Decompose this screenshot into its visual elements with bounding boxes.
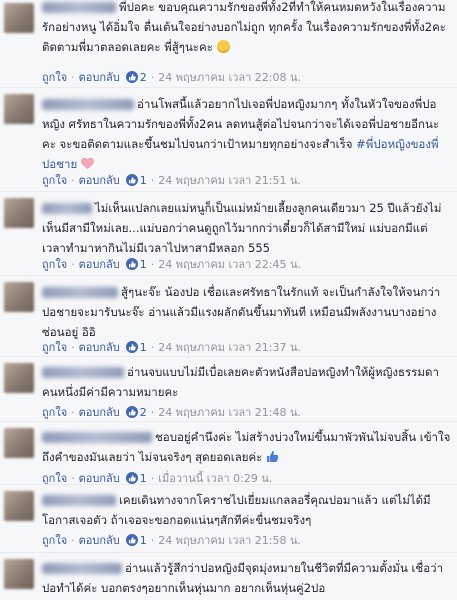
author-name[interactable]	[42, 563, 122, 574]
like-count[interactable]: 1	[140, 534, 147, 547]
avatar[interactable]	[4, 491, 34, 521]
like-button[interactable]: ถูกใจ	[42, 341, 67, 354]
comment-meta: ถูกใจ · ตอบกลับ 2 · 24 พฤษภาคม เวลา 22:08 น.	[42, 71, 302, 84]
like-button[interactable]: ถูกใจ	[42, 174, 67, 187]
like-count[interactable]: 2	[140, 406, 147, 419]
reply-button[interactable]: ตอบกลับ	[79, 174, 120, 187]
like-count-icon	[125, 341, 138, 353]
reply-button[interactable]: ตอบกลับ	[79, 71, 120, 84]
timestamp[interactable]: 24 พฤษภาคม เวลา 21:48 น.	[158, 406, 301, 419]
like-count-icon	[125, 472, 138, 484]
like-button[interactable]: ถูกใจ	[42, 258, 67, 271]
comment-meta: ถูกใจ · ตอบกลับ 1 · 24 พฤษภาคม เวลา 22:45 น.	[42, 258, 302, 271]
author-name[interactable]	[42, 203, 92, 214]
like-count-icon	[125, 406, 138, 418]
like-count[interactable]: 1	[140, 341, 147, 354]
timestamp[interactable]: 24 พฤษภาคม เวลา 22:45 น.	[158, 258, 301, 271]
divider	[0, 87, 457, 88]
reply-button[interactable]: ตอบกลับ	[79, 406, 120, 419]
like-count-icon	[125, 174, 138, 186]
timestamp[interactable]: 24 พฤษภาคม เวลา 21:51 น.	[158, 174, 301, 187]
divider	[0, 552, 457, 553]
thumbs-up-emoji-icon	[266, 449, 279, 462]
avatar[interactable]	[4, 559, 34, 589]
reply-button[interactable]: ตอบกลับ	[79, 534, 120, 547]
avatar[interactable]	[4, 198, 34, 228]
like-count-icon	[125, 71, 138, 83]
heart-eyes-emoji-icon	[216, 40, 230, 53]
author-name[interactable]	[42, 287, 118, 298]
like-button[interactable]: ถูกใจ	[42, 71, 67, 84]
avatar[interactable]	[4, 282, 34, 312]
avatar[interactable]	[4, 363, 34, 393]
author-name[interactable]	[42, 2, 116, 13]
comment-text: ไม่เห็นแปลกเลยแม่หนูก็เป็นแม่หม้ายเลี้ยง…	[42, 201, 442, 255]
like-count[interactable]: 2	[140, 71, 147, 84]
author-name[interactable]	[42, 367, 124, 378]
like-count-icon	[125, 534, 138, 546]
author-name[interactable]	[42, 495, 116, 506]
comment-thread: พี่ปอคะ ขอบคุณความรักของพี่ทั้ง2ที่ทำให้…	[0, 0, 457, 600]
heart-emoji-icon	[81, 156, 94, 169]
timestamp[interactable]: 24 พฤษภาคม เวลา 22:08 น.	[158, 71, 301, 84]
comment-meta: ถูกใจ · ตอบกลับ 1 · 24 พฤษภาคม เวลา 21:37 น.	[42, 341, 302, 354]
like-button[interactable]: ถูกใจ	[42, 406, 67, 419]
like-button[interactable]: ถูกใจ	[42, 534, 67, 547]
comment-meta: ถูกใจ · ตอบกลับ 1 · 24 พฤษภาคม เวลา 21:51 น.	[42, 174, 302, 187]
reply-button[interactable]: ตอบกลับ	[79, 341, 120, 354]
reply-button[interactable]: ตอบกลับ	[79, 258, 120, 271]
comment-meta: ถูกใจ · ตอบกลับ 1 · 24 พฤษภาคม เวลา 21:58 น.	[42, 534, 302, 547]
avatar[interactable]	[4, 3, 34, 33]
comment-meta: ถูกใจ · ตอบกลับ 2 · 24 พฤษภาคม เวลา 21:48 น.	[42, 406, 302, 419]
timestamp[interactable]: 24 พฤษภาคม เวลา 21:58 น.	[158, 534, 301, 547]
like-count-icon	[125, 258, 138, 270]
divider	[0, 275, 457, 276]
divider	[0, 421, 457, 422]
divider	[0, 484, 457, 485]
divider	[0, 191, 457, 192]
avatar[interactable]	[4, 94, 34, 124]
author-name[interactable]	[42, 99, 134, 110]
timestamp[interactable]: 24 พฤษภาคม เวลา 21:37 น.	[158, 341, 301, 354]
author-name[interactable]	[42, 432, 152, 443]
like-count[interactable]: 1	[140, 258, 147, 271]
like-count[interactable]: 1	[140, 174, 147, 187]
avatar[interactable]	[4, 428, 34, 458]
divider	[0, 356, 457, 357]
